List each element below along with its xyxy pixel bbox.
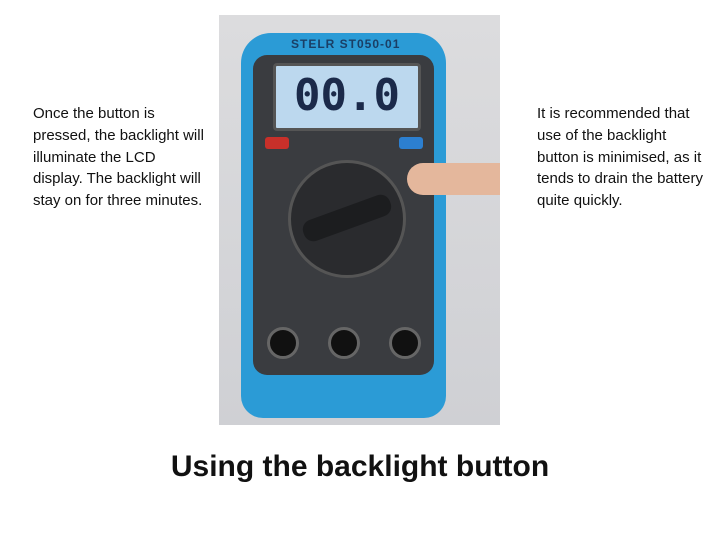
- backlight-button: [399, 137, 423, 149]
- multimeter-body: STELR ST050-01 00.0: [241, 33, 446, 418]
- rotary-dial: [288, 160, 406, 278]
- jack-com: [328, 327, 360, 359]
- slide-title: Using the backlight button: [170, 450, 550, 483]
- jack-vohm: [389, 327, 421, 359]
- multimeter-face: 00.0: [253, 55, 434, 375]
- finger: [407, 163, 500, 195]
- right-caption: It is recommended that use of the backli…: [537, 105, 703, 210]
- brand-label: STELR ST050-01: [291, 37, 401, 51]
- hold-button: [265, 137, 289, 149]
- lcd-value: 00.0: [294, 70, 400, 121]
- left-caption: Once the button is pressed, the backligh…: [33, 105, 204, 210]
- lcd-display: 00.0: [273, 63, 421, 131]
- dial-knob: [300, 191, 394, 245]
- jack-10a: [267, 327, 299, 359]
- multimeter-photo: STELR ST050-01 00.0: [219, 15, 500, 425]
